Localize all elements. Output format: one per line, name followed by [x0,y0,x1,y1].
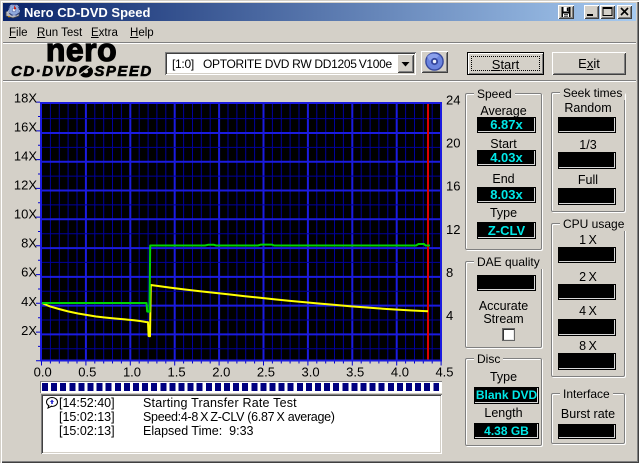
svg-text:18X: 18X [14,90,37,105]
svg-text:2.5: 2.5 [257,365,275,380]
svg-text:12: 12 [446,222,460,237]
svg-text:4.5: 4.5 [435,365,453,380]
svg-text:1.5: 1.5 [168,365,186,380]
svg-text:4.0: 4.0 [391,365,409,380]
svg-text:16X: 16X [14,119,37,134]
svg-text:4X: 4X [21,294,37,309]
svg-text:4: 4 [446,308,453,323]
svg-text:8: 8 [446,265,453,280]
svg-text:3.0: 3.0 [302,365,320,380]
svg-text:2.0: 2.0 [212,365,230,380]
svg-text:16: 16 [446,179,460,194]
svg-text:10X: 10X [14,207,37,222]
svg-text:3.5: 3.5 [346,365,364,380]
svg-text:0.0: 0.0 [34,365,52,380]
svg-text:24: 24 [446,93,460,108]
svg-text:14X: 14X [14,149,37,164]
svg-text:0.5: 0.5 [78,365,96,380]
svg-text:8X: 8X [21,236,37,251]
svg-text:20: 20 [446,136,460,151]
svg-text:1.0: 1.0 [123,365,141,380]
svg-text:2X: 2X [21,323,37,338]
svg-text:12X: 12X [14,178,37,193]
svg-text:6X: 6X [21,265,37,280]
